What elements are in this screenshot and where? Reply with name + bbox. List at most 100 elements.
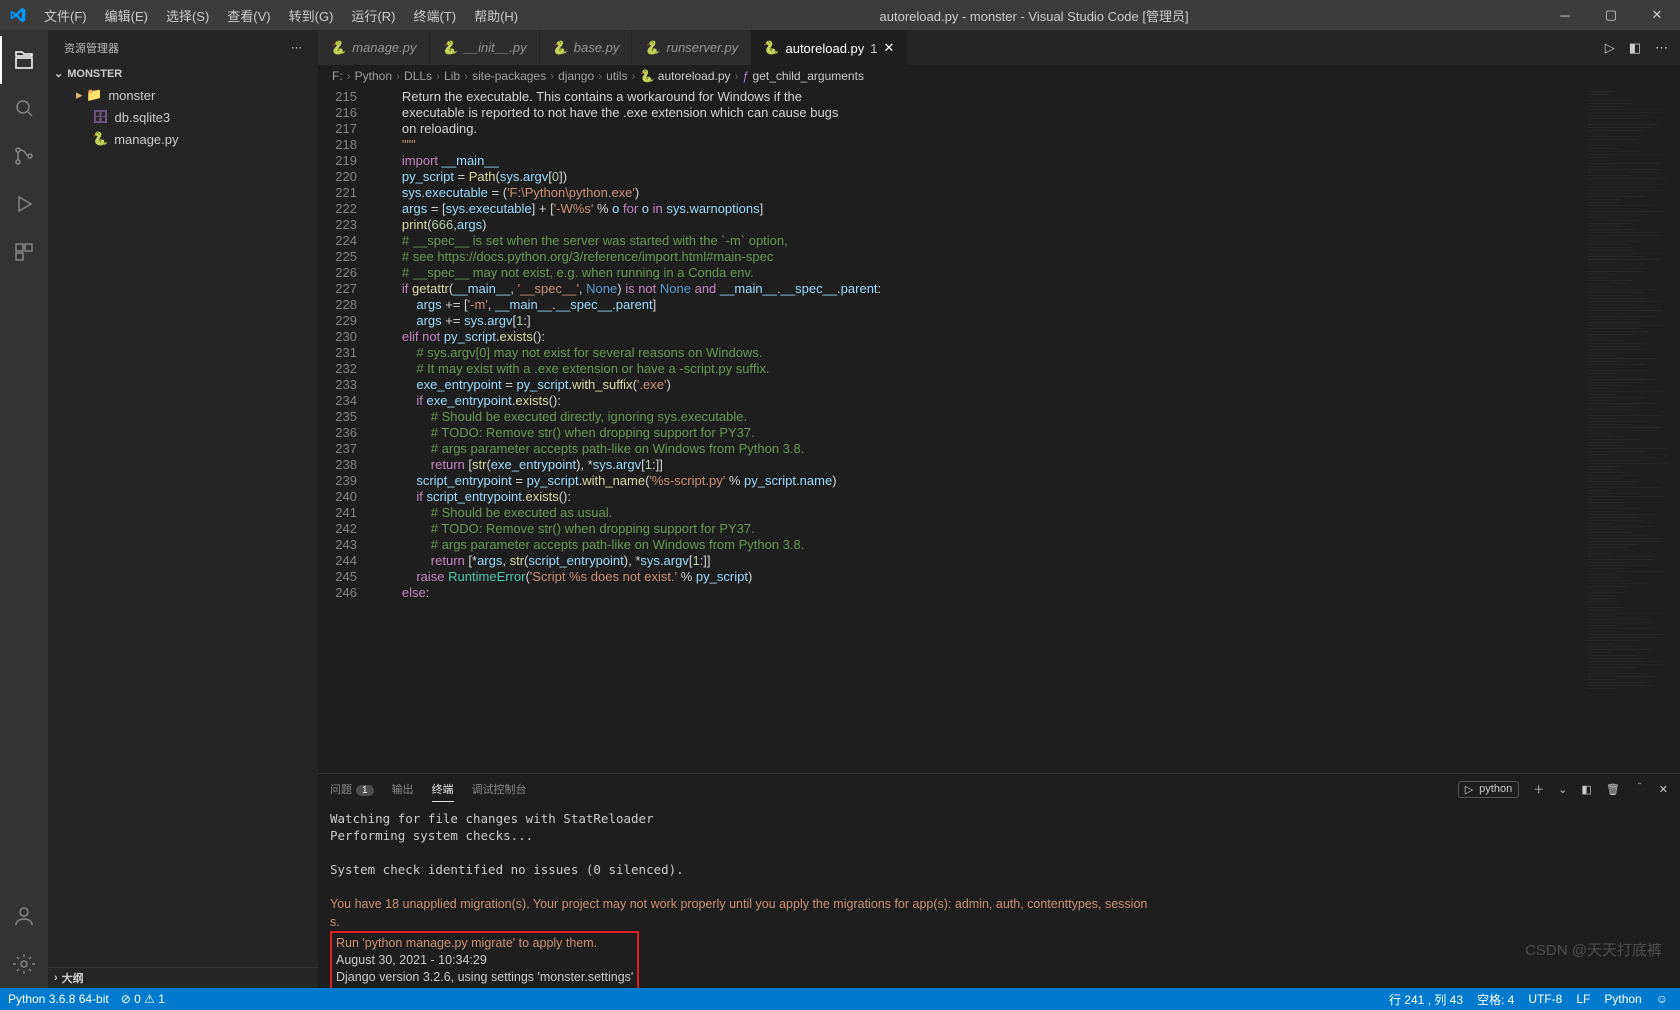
database-icon: 🗄 xyxy=(92,109,109,125)
maximize-button[interactable]: ▢ xyxy=(1588,0,1634,30)
explorer-item[interactable]: ▸ 📁monster xyxy=(48,84,318,106)
panel-tab[interactable]: 终端 xyxy=(432,777,454,802)
window-controls: ─ ▢ ✕ xyxy=(1542,0,1680,30)
chevron-right-icon: › xyxy=(436,69,440,83)
chevron-right-icon: › xyxy=(550,69,554,83)
chevron-right-icon: › xyxy=(347,69,351,83)
menu-item[interactable]: 运行(R) xyxy=(343,2,403,29)
maximize-panel-icon[interactable]: ＾ xyxy=(1634,781,1645,797)
explorer-item[interactable]: 🐍manage.py xyxy=(48,128,318,150)
editor-area: 🐍manage.py🐍__init__.py🐍base.py🐍runserver… xyxy=(318,30,1680,988)
editor-tabs: 🐍manage.py🐍__init__.py🐍base.py🐍runserver… xyxy=(318,30,1680,65)
more-icon[interactable]: ⋯ xyxy=(1655,40,1668,56)
breadcrumb[interactable]: F: › Python › DLLs › Lib › site-packages › django ›… xyxy=(318,65,1680,87)
panel-tab[interactable]: 输出 xyxy=(392,777,414,801)
close-tab-icon[interactable]: ✕ xyxy=(884,40,895,56)
panel-tab[interactable]: 调试控制台 xyxy=(472,777,527,801)
chevron-right-icon: › xyxy=(632,69,636,83)
terminal[interactable]: Watching for file changes with StatReloa… xyxy=(318,804,1680,988)
menu-item[interactable]: 编辑(E) xyxy=(97,2,156,29)
line-numbers: 215 216 217 218 219 220 221 222 223 224 … xyxy=(318,87,373,773)
explorer-item-label: manage.py xyxy=(114,132,178,147)
tab-label: __init__.py xyxy=(464,40,527,55)
trash-icon[interactable]: 🗑 xyxy=(1606,783,1620,796)
minimap[interactable] xyxy=(1584,87,1680,773)
shell-selector[interactable]: ▷ python xyxy=(1458,781,1520,798)
breadcrumb-item[interactable]: F: xyxy=(332,69,343,83)
explorer-item[interactable]: 🗄db.sqlite3 xyxy=(48,106,318,128)
panel-tab[interactable]: 问题1 xyxy=(330,777,374,801)
breadcrumb-item[interactable]: ƒ get_child_arguments xyxy=(743,69,864,83)
tab-label: autoreload.py xyxy=(785,41,864,56)
source-control-icon[interactable] xyxy=(0,132,48,180)
menu-item[interactable]: 查看(V) xyxy=(219,2,278,29)
status-item[interactable]: 空格: 4 xyxy=(1477,991,1514,1008)
status-item[interactable]: ⊘ 0 ⚠ 1 xyxy=(121,992,165,1006)
chevron-right-icon: › xyxy=(735,69,739,83)
outline-section[interactable]: › 大纲 xyxy=(48,967,318,988)
sidebar-title: 资源管理器 ⋯ xyxy=(48,30,318,65)
chevron-right-icon: › xyxy=(396,69,400,83)
code-content[interactable]: Return the executable. This contains a w… xyxy=(373,87,1584,773)
python-icon: 🐍 xyxy=(763,40,779,56)
vscode-icon xyxy=(0,7,36,23)
breadcrumb-item[interactable]: Lib xyxy=(444,69,460,83)
split-editor-icon[interactable]: ◧ xyxy=(1629,40,1641,56)
chevron-down-icon[interactable]: ⌄ xyxy=(1558,783,1567,796)
dirty-indicator: 1 xyxy=(870,41,877,56)
breadcrumb-item[interactable]: DLLs xyxy=(404,69,432,83)
tab-label: base.py xyxy=(574,40,620,55)
menu-item[interactable]: 终端(T) xyxy=(405,2,464,29)
chevron-right-icon: › xyxy=(54,972,58,984)
chevron-right-icon: › xyxy=(464,69,468,83)
status-item[interactable]: ☺ xyxy=(1656,992,1668,1006)
titlebar: 文件(F)编辑(E)选择(S)查看(V)转到(G)运行(R)终端(T)帮助(H)… xyxy=(0,0,1680,30)
more-icon[interactable]: ⋯ xyxy=(291,41,302,54)
editor-toolbar: ▷ ◧ ⋯ xyxy=(1605,30,1680,65)
explorer-view-icon[interactable] xyxy=(0,36,48,84)
run-debug-icon[interactable] xyxy=(0,180,48,228)
menu-item[interactable]: 转到(G) xyxy=(281,2,342,29)
breadcrumb-item[interactable]: utils xyxy=(606,69,627,83)
search-view-icon[interactable] xyxy=(0,84,48,132)
folder-root[interactable]: ⌄ MONSTER xyxy=(48,65,318,82)
editor-tab[interactable]: 🐍manage.py xyxy=(318,30,430,65)
breadcrumb-item[interactable]: Python xyxy=(355,69,392,83)
editor-tab[interactable]: 🐍 autoreload.py 1 ✕ xyxy=(751,30,907,65)
panel-tabs: 问题1 输出终端调试控制台 ▷ python ＋ ⌄ ◧ 🗑 ＾ ✕ xyxy=(318,774,1680,804)
status-item[interactable]: UTF-8 xyxy=(1528,992,1562,1006)
extensions-icon[interactable] xyxy=(0,228,48,276)
chevron-right-icon: › xyxy=(598,69,602,83)
breadcrumb-item[interactable]: django xyxy=(558,69,594,83)
menu-item[interactable]: 选择(S) xyxy=(158,2,217,29)
statusbar: Python 3.6.8 64-bit ⊘ 0 ⚠ 1 行 241 , 列 43 空… xyxy=(0,988,1680,1010)
minimize-button[interactable]: ─ xyxy=(1542,0,1588,30)
accounts-icon[interactable] xyxy=(0,892,48,940)
status-item[interactable]: LF xyxy=(1576,992,1590,1006)
settings-icon[interactable] xyxy=(0,940,48,988)
close-panel-icon[interactable]: ✕ xyxy=(1659,783,1668,796)
new-terminal-icon[interactable]: ＋ xyxy=(1533,781,1544,797)
status-item[interactable]: Python 3.6.8 64-bit xyxy=(8,992,109,1006)
breadcrumb-item[interactable]: site-packages xyxy=(472,69,546,83)
split-terminal-icon[interactable]: ◧ xyxy=(1581,783,1591,796)
sidebar: 资源管理器 ⋯ ⌄ MONSTER ▸ 📁monster🗄db.sqlite3🐍… xyxy=(48,30,318,988)
close-button[interactable]: ✕ xyxy=(1634,0,1680,30)
chevron-down-icon: ⌄ xyxy=(54,67,63,80)
menu-item[interactable]: 文件(F) xyxy=(36,2,95,29)
status-item[interactable]: Python xyxy=(1604,992,1641,1006)
menu-item[interactable]: 帮助(H) xyxy=(466,2,526,29)
breadcrumb-item[interactable]: 🐍 autoreload.py xyxy=(640,69,731,83)
python-icon: 🐍 xyxy=(644,40,660,56)
editor-tab[interactable]: 🐍 runserver.py xyxy=(632,30,751,65)
editor-tab[interactable]: 🐍 __init__.py xyxy=(430,30,540,65)
editor-tab[interactable]: 🐍base.py xyxy=(540,30,633,65)
run-icon[interactable]: ▷ xyxy=(1605,40,1615,56)
panel: 问题1 输出终端调试控制台 ▷ python ＋ ⌄ ◧ 🗑 ＾ ✕ Watchi… xyxy=(318,773,1680,988)
python-icon: 🐍 xyxy=(442,40,458,56)
code-editor[interactable]: 215 216 217 218 219 220 221 222 223 224 … xyxy=(318,87,1584,773)
tab-label: runserver.py xyxy=(667,40,739,55)
status-item[interactable]: 行 241 , 列 43 xyxy=(1389,991,1463,1008)
panel-toolbar: ▷ python ＋ ⌄ ◧ 🗑 ＾ ✕ xyxy=(1458,781,1668,798)
window-title: autoreload.py - monster - Visual Studio … xyxy=(526,6,1542,25)
